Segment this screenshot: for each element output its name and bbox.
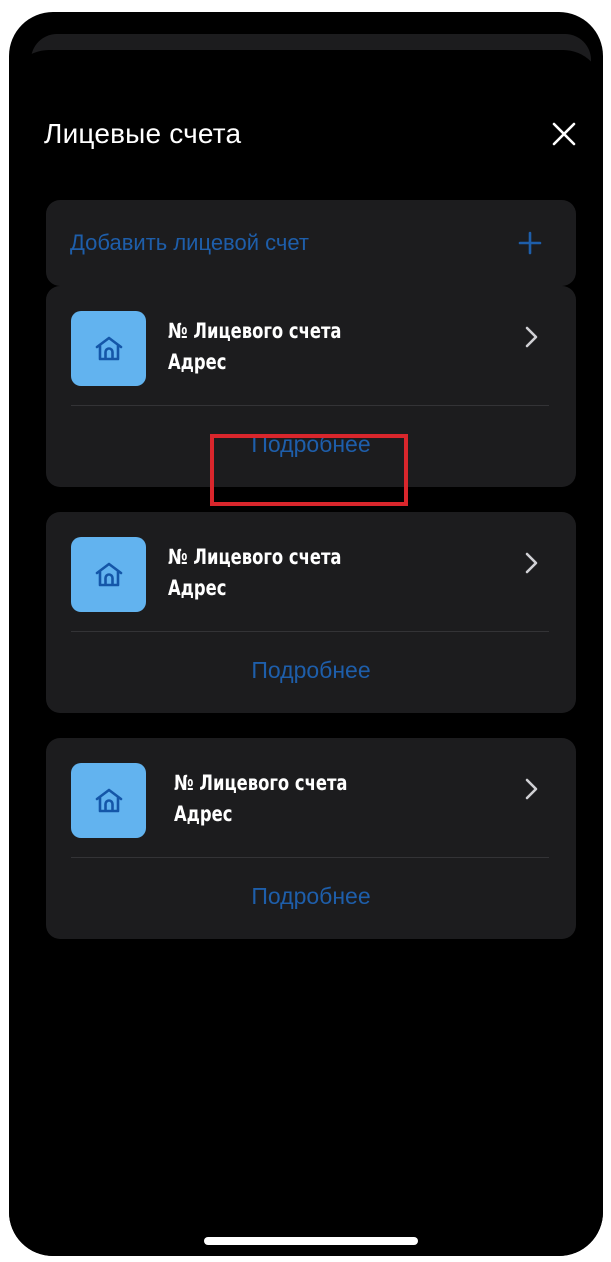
home-icon-tile bbox=[71, 311, 146, 386]
account-card: № Лицевого счета Адрес Подробнее bbox=[46, 286, 576, 487]
phone-screen: Лицевые счета Добавить лицевой счет № Ли… bbox=[9, 12, 603, 1256]
add-account-label: Добавить лицевой счет bbox=[70, 230, 309, 255]
account-open-button[interactable]: № Лицевого счета Адрес bbox=[46, 738, 576, 856]
home-icon bbox=[95, 562, 122, 586]
close-icon bbox=[552, 122, 576, 146]
account-address-label: Адрес bbox=[168, 576, 227, 600]
details-link[interactable]: Подробнее bbox=[46, 430, 576, 458]
account-number-label: № Лицевого счета bbox=[168, 545, 342, 569]
card-divider bbox=[71, 631, 549, 632]
add-account-button[interactable]: Добавить лицевой счет bbox=[46, 200, 576, 286]
chevron-right-icon bbox=[525, 326, 538, 348]
home-icon bbox=[95, 788, 122, 812]
details-link[interactable]: Подробнее bbox=[46, 656, 576, 684]
account-open-button[interactable]: № Лицевого счета Адрес bbox=[46, 286, 576, 404]
plus-icon bbox=[518, 231, 542, 255]
account-address-label: Адрес bbox=[168, 350, 227, 374]
account-card: № Лицевого счета Адрес Подробнее bbox=[46, 512, 576, 713]
card-divider bbox=[71, 405, 549, 406]
home-icon-tile bbox=[71, 537, 146, 612]
home-icon bbox=[95, 336, 122, 360]
account-open-button[interactable]: № Лицевого счета Адрес bbox=[46, 512, 576, 630]
details-link[interactable]: Подробнее bbox=[46, 882, 576, 910]
account-card: № Лицевого счета Адрес Подробнее bbox=[46, 738, 576, 939]
account-number-label: № Лицевого счета bbox=[168, 319, 342, 343]
card-divider bbox=[71, 857, 549, 858]
close-button[interactable] bbox=[548, 118, 580, 150]
chevron-right-icon bbox=[525, 552, 538, 574]
chevron-right-icon bbox=[525, 778, 538, 800]
accounts-sheet: Лицевые счета Добавить лицевой счет № Ли… bbox=[9, 50, 603, 1256]
home-icon-tile bbox=[71, 763, 146, 838]
page-title: Лицевые счета bbox=[44, 118, 242, 149]
home-indicator[interactable] bbox=[204, 1237, 418, 1245]
account-number-label: № Лицевого счета bbox=[174, 771, 348, 795]
account-address-label: Адрес bbox=[174, 802, 233, 826]
